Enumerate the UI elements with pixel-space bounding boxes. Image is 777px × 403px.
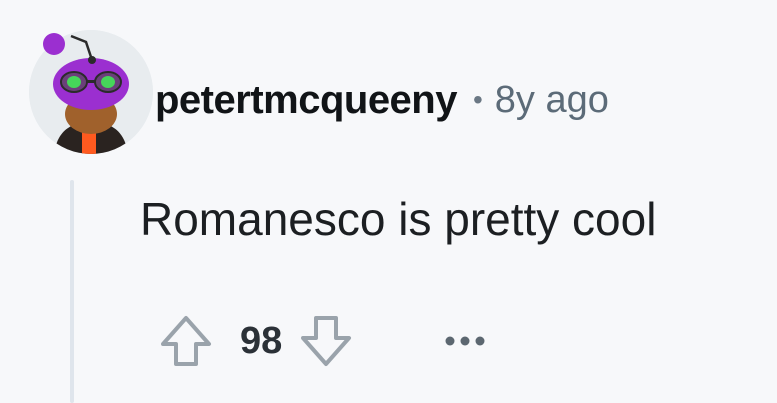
- upvote-arrow-icon: [161, 316, 211, 366]
- user-avatar[interactable]: [26, 22, 156, 156]
- vote-score: 98: [240, 319, 283, 362]
- comment: petertmcqueeny • 8y ago Romanesco is pre…: [0, 0, 777, 403]
- comment-actions: 98: [156, 310, 490, 372]
- upvote-button[interactable]: [156, 310, 216, 372]
- username-link[interactable]: petertmcqueeny: [155, 78, 457, 123]
- downvote-button[interactable]: [296, 310, 356, 372]
- downvote-arrow-icon: [301, 316, 352, 366]
- comment-header: petertmcqueeny • 8y ago: [155, 70, 609, 130]
- separator-dot: •: [472, 84, 483, 115]
- comment-timestamp[interactable]: 8y ago: [495, 79, 609, 122]
- more-options-button[interactable]: [440, 321, 490, 361]
- comment-body: Romanesco is pretty cool: [140, 193, 657, 245]
- more-options-icon: [445, 336, 485, 346]
- thread-line[interactable]: [70, 180, 74, 403]
